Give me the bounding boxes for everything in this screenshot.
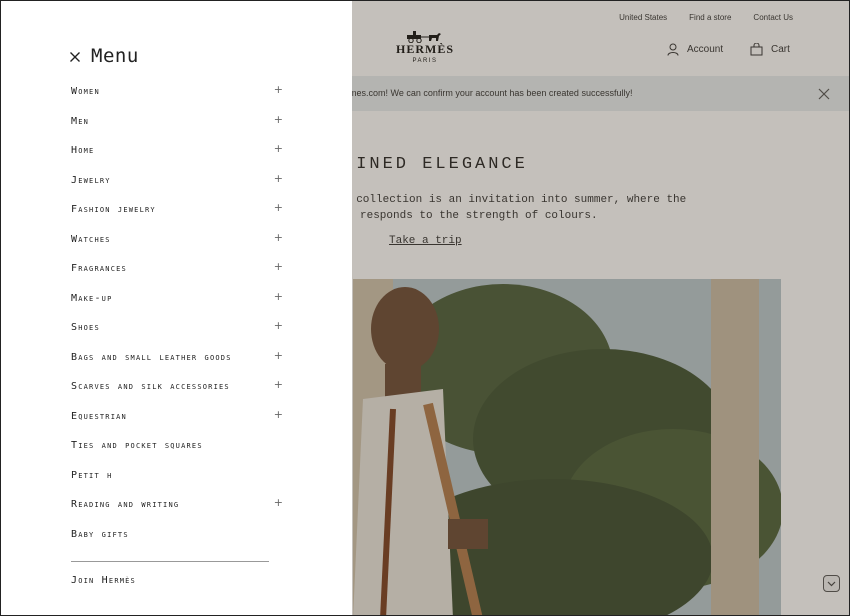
expand-plus-icon[interactable]: + bbox=[274, 83, 283, 96]
menu-divider bbox=[71, 561, 269, 562]
menu-item-label: Home bbox=[71, 145, 95, 156]
expand-plus-icon[interactable]: + bbox=[274, 113, 283, 126]
menu-item-label: Make-up bbox=[71, 292, 113, 304]
menu-item-label: Ties and pocket squares bbox=[71, 440, 203, 451]
menu-item-baby-gifts[interactable]: Baby gifts bbox=[71, 529, 283, 549]
menu-item-make-up[interactable]: Make-up + bbox=[71, 290, 283, 313]
menu-item-label: Equestrian bbox=[71, 410, 127, 422]
menu-item-label: Reading and writing bbox=[71, 499, 180, 510]
navigation-menu-panel: Menu Women + Men + Home + Jewelry + Fashion jewe… bbox=[1, 1, 352, 615]
menu-item-ties-and-pocket-squares[interactable]: Ties and pocket squares bbox=[71, 440, 283, 460]
expand-plus-icon[interactable]: + bbox=[274, 142, 283, 155]
expand-plus-icon[interactable]: + bbox=[274, 260, 283, 273]
menu-item-label: Fashion jewelry bbox=[71, 204, 156, 215]
menu-item-label: Jewelry bbox=[71, 174, 111, 186]
menu-item-jewelry[interactable]: Jewelry + bbox=[71, 172, 283, 195]
expand-plus-icon[interactable]: + bbox=[274, 408, 283, 421]
menu-item-fashion-jewelry[interactable]: Fashion jewelry + bbox=[71, 201, 283, 224]
menu-title: Menu bbox=[91, 45, 139, 67]
menu-item-shoes[interactable]: Shoes + bbox=[71, 319, 283, 342]
expand-plus-icon[interactable]: + bbox=[274, 378, 283, 391]
menu-item-scarves-and-silk-accessories[interactable]: Scarves and silk accessories + bbox=[71, 378, 283, 401]
menu-item-label: Shoes bbox=[71, 322, 100, 333]
menu-item-petit-h[interactable]: Petit h bbox=[71, 470, 283, 490]
menu-item-women[interactable]: Women + bbox=[71, 83, 283, 106]
expand-plus-icon[interactable]: + bbox=[274, 496, 283, 509]
browser-viewport: United States Find a store Contact Us HE… bbox=[0, 0, 850, 616]
menu-item-fragrances[interactable]: Fragrances + bbox=[71, 260, 283, 283]
expand-plus-icon[interactable]: + bbox=[274, 349, 283, 362]
expand-plus-icon[interactable]: + bbox=[274, 172, 283, 185]
menu-item-label: Petit h bbox=[71, 469, 113, 481]
menu-item-label: Men bbox=[71, 115, 90, 127]
menu-item-reading-and-writing[interactable]: Reading and writing + bbox=[71, 496, 283, 519]
menu-item-label: Watches bbox=[71, 233, 111, 245]
menu-item-label: Bags and small leather goods bbox=[71, 351, 232, 363]
menu-item-bags-and-small-leather-goods[interactable]: Bags and small leather goods + bbox=[71, 349, 283, 372]
menu-item-label: Fragrances bbox=[71, 263, 127, 274]
menu-item-equestrian[interactable]: Equestrian + bbox=[71, 408, 283, 431]
menu-item-label: Baby gifts bbox=[71, 528, 129, 540]
expand-plus-icon[interactable]: + bbox=[274, 290, 283, 303]
menu-item-watches[interactable]: Watches + bbox=[71, 231, 283, 254]
menu-item-label: Women bbox=[71, 86, 100, 97]
menu-item-home[interactable]: Home + bbox=[71, 142, 283, 165]
close-menu-icon[interactable] bbox=[69, 51, 81, 63]
join-hermes-link[interactable]: Join Hermès bbox=[71, 575, 136, 586]
menu-item-label: Scarves and silk accessories bbox=[71, 381, 230, 392]
menu-item-men[interactable]: Men + bbox=[71, 113, 283, 136]
expand-plus-icon[interactable]: + bbox=[274, 319, 283, 332]
expand-plus-icon[interactable]: + bbox=[274, 231, 283, 244]
expand-plus-icon[interactable]: + bbox=[274, 201, 283, 214]
